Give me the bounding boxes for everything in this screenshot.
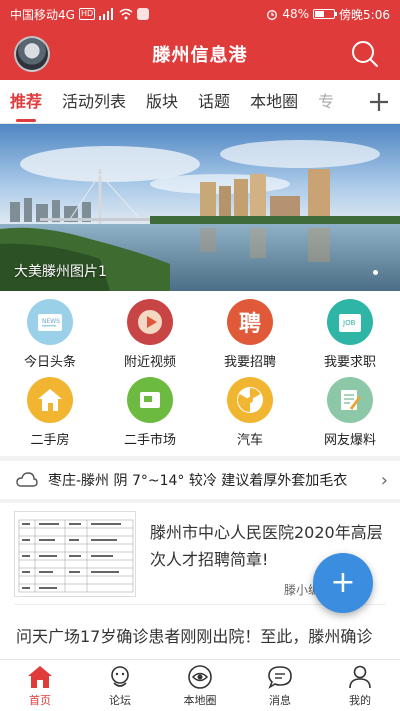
job-icon: JOB — [327, 299, 373, 345]
message-icon — [268, 665, 292, 689]
carousel-indicator — [373, 270, 378, 275]
banner-carousel[interactable]: 大美滕州图片1 — [0, 124, 400, 291]
wifi-icon — [119, 8, 133, 20]
shortcut-grid: NEWS 今日头条 附近视频 聘 我要招聘 JOB 我要求职 二手房 二手市场 — [0, 291, 400, 456]
category-tabs: 推荐 活动列表 版块 话题 本地圈 专 — [0, 80, 400, 124]
shortcut-hire[interactable]: 聘 我要招聘 — [200, 299, 300, 370]
tab-sections[interactable]: 版块 — [136, 80, 188, 124]
shortcut-label: 网友爆料 — [323, 433, 376, 448]
nav-forum[interactable]: 论坛 — [80, 660, 160, 711]
clock: 傍晚5:06 — [339, 7, 390, 22]
tab-topics[interactable]: 话题 — [188, 80, 240, 124]
banner-caption: 大美滕州图片1 — [14, 264, 107, 280]
tab-more[interactable]: 专 — [308, 80, 344, 124]
house-icon — [27, 377, 73, 423]
report-icon — [327, 377, 373, 423]
svg-text:JOB: JOB — [342, 319, 356, 327]
forum-icon — [111, 665, 129, 687]
hire-icon: 聘 — [227, 299, 273, 345]
tab-local-circle[interactable]: 本地圈 — [240, 80, 308, 124]
nav-profile[interactable]: 我的 — [320, 660, 400, 711]
shortcut-label: 今日头条 — [23, 355, 76, 370]
nav-label: 首页 — [29, 693, 51, 707]
nav-label: 我的 — [349, 693, 371, 707]
status-bar: 中国移动4G HD 48% 傍晚5:06 — [0, 0, 400, 28]
alarm-icon — [267, 10, 278, 20]
home-icon — [28, 665, 52, 688]
shortcut-report[interactable]: 网友爆料 — [300, 377, 400, 448]
battery-icon — [313, 9, 338, 19]
tab-recommend[interactable]: 推荐 — [0, 80, 52, 124]
avatar[interactable] — [14, 36, 50, 72]
shortcut-car[interactable]: 汽车 — [200, 377, 300, 448]
app-header: 滕州信息港 — [0, 28, 400, 80]
nav-label: 消息 — [269, 693, 291, 707]
shortcut-label: 我要求职 — [323, 355, 376, 370]
shortcut-label: 二手房 — [30, 433, 70, 448]
news-title[interactable]: 问天广场17岁确诊患者刚刚出院！至此，滕州确诊 — [16, 623, 388, 647]
chevron-right-icon: › — [380, 469, 388, 491]
shortcut-second-house[interactable]: 二手房 — [0, 377, 100, 448]
nav-label: 本地圈 — [183, 693, 217, 707]
shortcut-label: 我要招聘 — [223, 355, 276, 370]
shortcut-nearby-video[interactable]: 附近视频 — [100, 299, 200, 370]
nav-home[interactable]: 首页 — [0, 660, 80, 711]
car-icon — [227, 377, 273, 423]
hd-badge: HD — [78, 8, 96, 20]
news-thumbnail — [14, 511, 136, 597]
cloud-icon — [16, 472, 38, 487]
tab-activities[interactable]: 活动列表 — [52, 80, 136, 124]
play-icon — [127, 299, 173, 345]
app-title: 滕州信息港 — [152, 45, 248, 66]
news-icon: NEWS — [27, 299, 73, 345]
nav-local-circle[interactable]: 本地圈 — [160, 660, 240, 711]
user-icon — [349, 665, 371, 688]
battery-percent: 48% — [282, 7, 310, 21]
nav-messages[interactable]: 消息 — [240, 660, 320, 711]
create-post-button[interactable]: + — [313, 553, 373, 613]
shortcut-label: 附近视频 — [123, 355, 176, 370]
shortcut-headlines[interactable]: NEWS 今日头条 — [0, 299, 100, 370]
nav-label: 论坛 — [109, 693, 131, 707]
weather-bar[interactable]: 枣庄-滕州 阴 7°~14° 较冷 建议着厚外套加毛衣 › — [0, 461, 400, 499]
weather-text: 枣庄-滕州 阴 7°~14° 较冷 建议着厚外套加毛衣 — [48, 473, 348, 489]
app-notification-icon — [137, 8, 150, 20]
shortcut-job-seek[interactable]: JOB 我要求职 — [300, 299, 400, 370]
shortcut-second-market[interactable]: 二手市场 — [100, 377, 200, 448]
carrier-label: 中国移动4G — [10, 7, 75, 22]
svg-text:NEWS: NEWS — [42, 318, 60, 325]
market-icon — [127, 377, 173, 423]
shortcut-label: 汽车 — [236, 433, 263, 448]
search-icon[interactable] — [350, 39, 380, 69]
eye-icon — [188, 664, 212, 689]
signal-icon — [99, 8, 114, 20]
bottom-nav: 首页 论坛 本地圈 消息 我的 — [0, 659, 400, 711]
shortcut-label: 二手市场 — [123, 433, 176, 448]
add-tab-icon[interactable] — [366, 89, 392, 115]
plus-icon: + — [330, 565, 356, 600]
